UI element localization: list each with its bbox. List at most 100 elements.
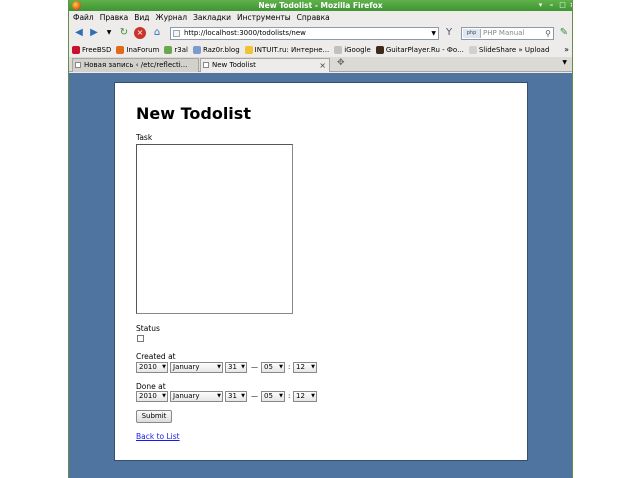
- form-container: New Todolist Task Status Created at 2010…: [114, 82, 528, 461]
- dropdown-arrow-icon: ▼: [279, 393, 283, 399]
- slideshare-icon: [468, 46, 477, 54]
- bookmark-r3al[interactable]: r3al: [164, 46, 188, 54]
- date-time-separator: —: [251, 392, 258, 400]
- done-day-select[interactable]: 31 ▼: [225, 391, 247, 402]
- status-checkbox[interactable]: [137, 335, 144, 342]
- dropdown-arrow-icon: ▼: [279, 364, 283, 370]
- tab-new-todolist[interactable]: New Todolist ×: [200, 58, 330, 72]
- dropdown-arrow-icon: ▼: [311, 364, 315, 370]
- bookmark-label: iGoogle: [344, 46, 371, 54]
- tab-favicon-icon: [75, 62, 81, 68]
- bookmark-slideshare[interactable]: SlideShare » Upload: [468, 46, 550, 54]
- menu-help[interactable]: Справка: [297, 13, 330, 22]
- bookmark-star-icon[interactable]: Y: [443, 27, 455, 39]
- dropdown-arrow-icon: ▼: [241, 364, 245, 370]
- select-value: 05: [264, 363, 273, 371]
- created-year-select[interactable]: 2010 ▼: [136, 362, 168, 373]
- select-value: 12: [296, 363, 305, 371]
- home-icon[interactable]: ⌂: [151, 27, 163, 39]
- created-hour-select[interactable]: 05 ▼: [261, 362, 285, 373]
- menu-bookmarks[interactable]: Закладки: [193, 13, 231, 22]
- bookmark-label: FreeBSD: [82, 46, 112, 54]
- maximize-icon[interactable]: □: [558, 1, 567, 10]
- tab-favicon-icon: [203, 62, 209, 68]
- window-title: New Todolist - Mozilla Firefox: [258, 1, 383, 10]
- tab-label: New Todolist: [212, 61, 256, 69]
- tab-close-icon[interactable]: ×: [319, 59, 326, 72]
- task-label: Task: [136, 133, 153, 142]
- search-bar[interactable]: php PHP Manual ⚲: [461, 27, 554, 40]
- forum-icon: [116, 46, 125, 54]
- navigation-toolbar: ◀ ▶ ▼ ↻ × ⌂ http://localhost:3000/todoli…: [69, 24, 572, 43]
- select-value: 31: [228, 392, 237, 400]
- task-textarea[interactable]: [136, 144, 293, 314]
- intuit-icon: [244, 46, 253, 54]
- page-favicon-icon: [173, 30, 180, 37]
- bookmark-igoogle[interactable]: iGoogle: [334, 46, 371, 54]
- dropdown-arrow-icon: ▼: [162, 393, 166, 399]
- menu-view[interactable]: Вид: [134, 13, 149, 22]
- bookmark-label: INTUIT.ru: Интерне...: [254, 46, 330, 54]
- title-bar: New Todolist - Mozilla Firefox ▾ – □ ×: [69, 0, 572, 11]
- bookmark-intuit[interactable]: INTUIT.ru: Интерне...: [244, 46, 330, 54]
- search-icon[interactable]: ⚲: [545, 28, 551, 39]
- dropdown-arrow-icon: ▼: [311, 393, 315, 399]
- reload-icon[interactable]: ↻: [118, 27, 130, 39]
- url-dropdown-icon[interactable]: ▼: [431, 28, 436, 39]
- history-dropdown-icon[interactable]: ▼: [103, 27, 115, 39]
- done-hour-select[interactable]: 05 ▼: [261, 391, 285, 402]
- created-day-select[interactable]: 31 ▼: [225, 362, 247, 373]
- tab-list-icon[interactable]: ▼: [562, 59, 567, 66]
- dropdown-arrow-icon: ▼: [241, 393, 245, 399]
- done-year-select[interactable]: 2010 ▼: [136, 391, 168, 402]
- select-value: 31: [228, 363, 237, 371]
- menu-bar: Файл Правка Вид Журнал Закладки Инструме…: [69, 11, 572, 24]
- done-at-label: Done at: [136, 382, 166, 391]
- minimize-icon[interactable]: –: [547, 1, 556, 10]
- firefox-logo-icon: [72, 1, 81, 10]
- bookmark-label: r3al: [174, 46, 188, 54]
- page-title: New Todolist: [136, 104, 251, 123]
- stop-icon[interactable]: ×: [134, 27, 146, 39]
- url-bar[interactable]: http://localhost:3000/todolists/new ▼: [170, 27, 439, 40]
- tab-reflection[interactable]: Новая запись ‹ /etc/reflecti...: [72, 58, 199, 72]
- status-label: Status: [136, 324, 160, 333]
- bookmark-inaforum[interactable]: InaForum: [116, 46, 159, 54]
- done-minute-select[interactable]: 12 ▼: [293, 391, 317, 402]
- bookmark-label: Raz0r.blog: [202, 46, 240, 54]
- menu-tools[interactable]: Инструменты: [237, 13, 291, 22]
- bookmark-label: SlideShare » Upload: [478, 46, 550, 54]
- tab-label: Новая запись ‹ /etc/reflecti...: [84, 61, 188, 69]
- bookmark-raz0r[interactable]: Raz0r.blog: [192, 46, 240, 54]
- blog-icon: [192, 46, 201, 54]
- bookmark-guitarplayer[interactable]: GuitarPlayer.Ru - Фо...: [375, 46, 464, 54]
- window-menu-icon[interactable]: ▾: [536, 1, 545, 10]
- dropdown-arrow-icon: ▼: [217, 393, 221, 399]
- done-month-select[interactable]: January ▼: [170, 391, 223, 402]
- guitar-icon: [375, 46, 384, 54]
- bookmark-label: InaForum: [126, 46, 160, 54]
- back-icon[interactable]: ◀: [73, 27, 85, 39]
- select-value: January: [173, 392, 200, 400]
- back-to-list-link[interactable]: Back to List: [136, 432, 180, 441]
- created-at-label: Created at: [136, 352, 176, 361]
- igoogle-icon: [334, 46, 343, 54]
- dropdown-arrow-icon: ▼: [162, 364, 166, 370]
- search-engine-icon[interactable]: php: [463, 29, 481, 38]
- select-value: January: [173, 363, 200, 371]
- dropdown-arrow-icon: ▼: [217, 364, 221, 370]
- submit-button[interactable]: Submit: [136, 410, 172, 423]
- select-value: 2010: [139, 392, 157, 400]
- time-colon: :: [288, 363, 291, 371]
- bookmarks-overflow-icon[interactable]: »: [564, 45, 569, 54]
- forward-icon[interactable]: ▶: [88, 27, 100, 39]
- new-tab-icon[interactable]: ✥: [337, 58, 345, 68]
- created-month-select[interactable]: January ▼: [170, 362, 223, 373]
- created-minute-select[interactable]: 12 ▼: [293, 362, 317, 373]
- bookmark-freebsd[interactable]: FreeBSD: [72, 46, 111, 54]
- addon-icon[interactable]: ✎: [558, 27, 570, 39]
- menu-edit[interactable]: Правка: [100, 13, 129, 22]
- close-window-icon[interactable]: ×: [568, 1, 572, 10]
- menu-history[interactable]: Журнал: [156, 13, 188, 22]
- menu-file[interactable]: Файл: [73, 13, 94, 22]
